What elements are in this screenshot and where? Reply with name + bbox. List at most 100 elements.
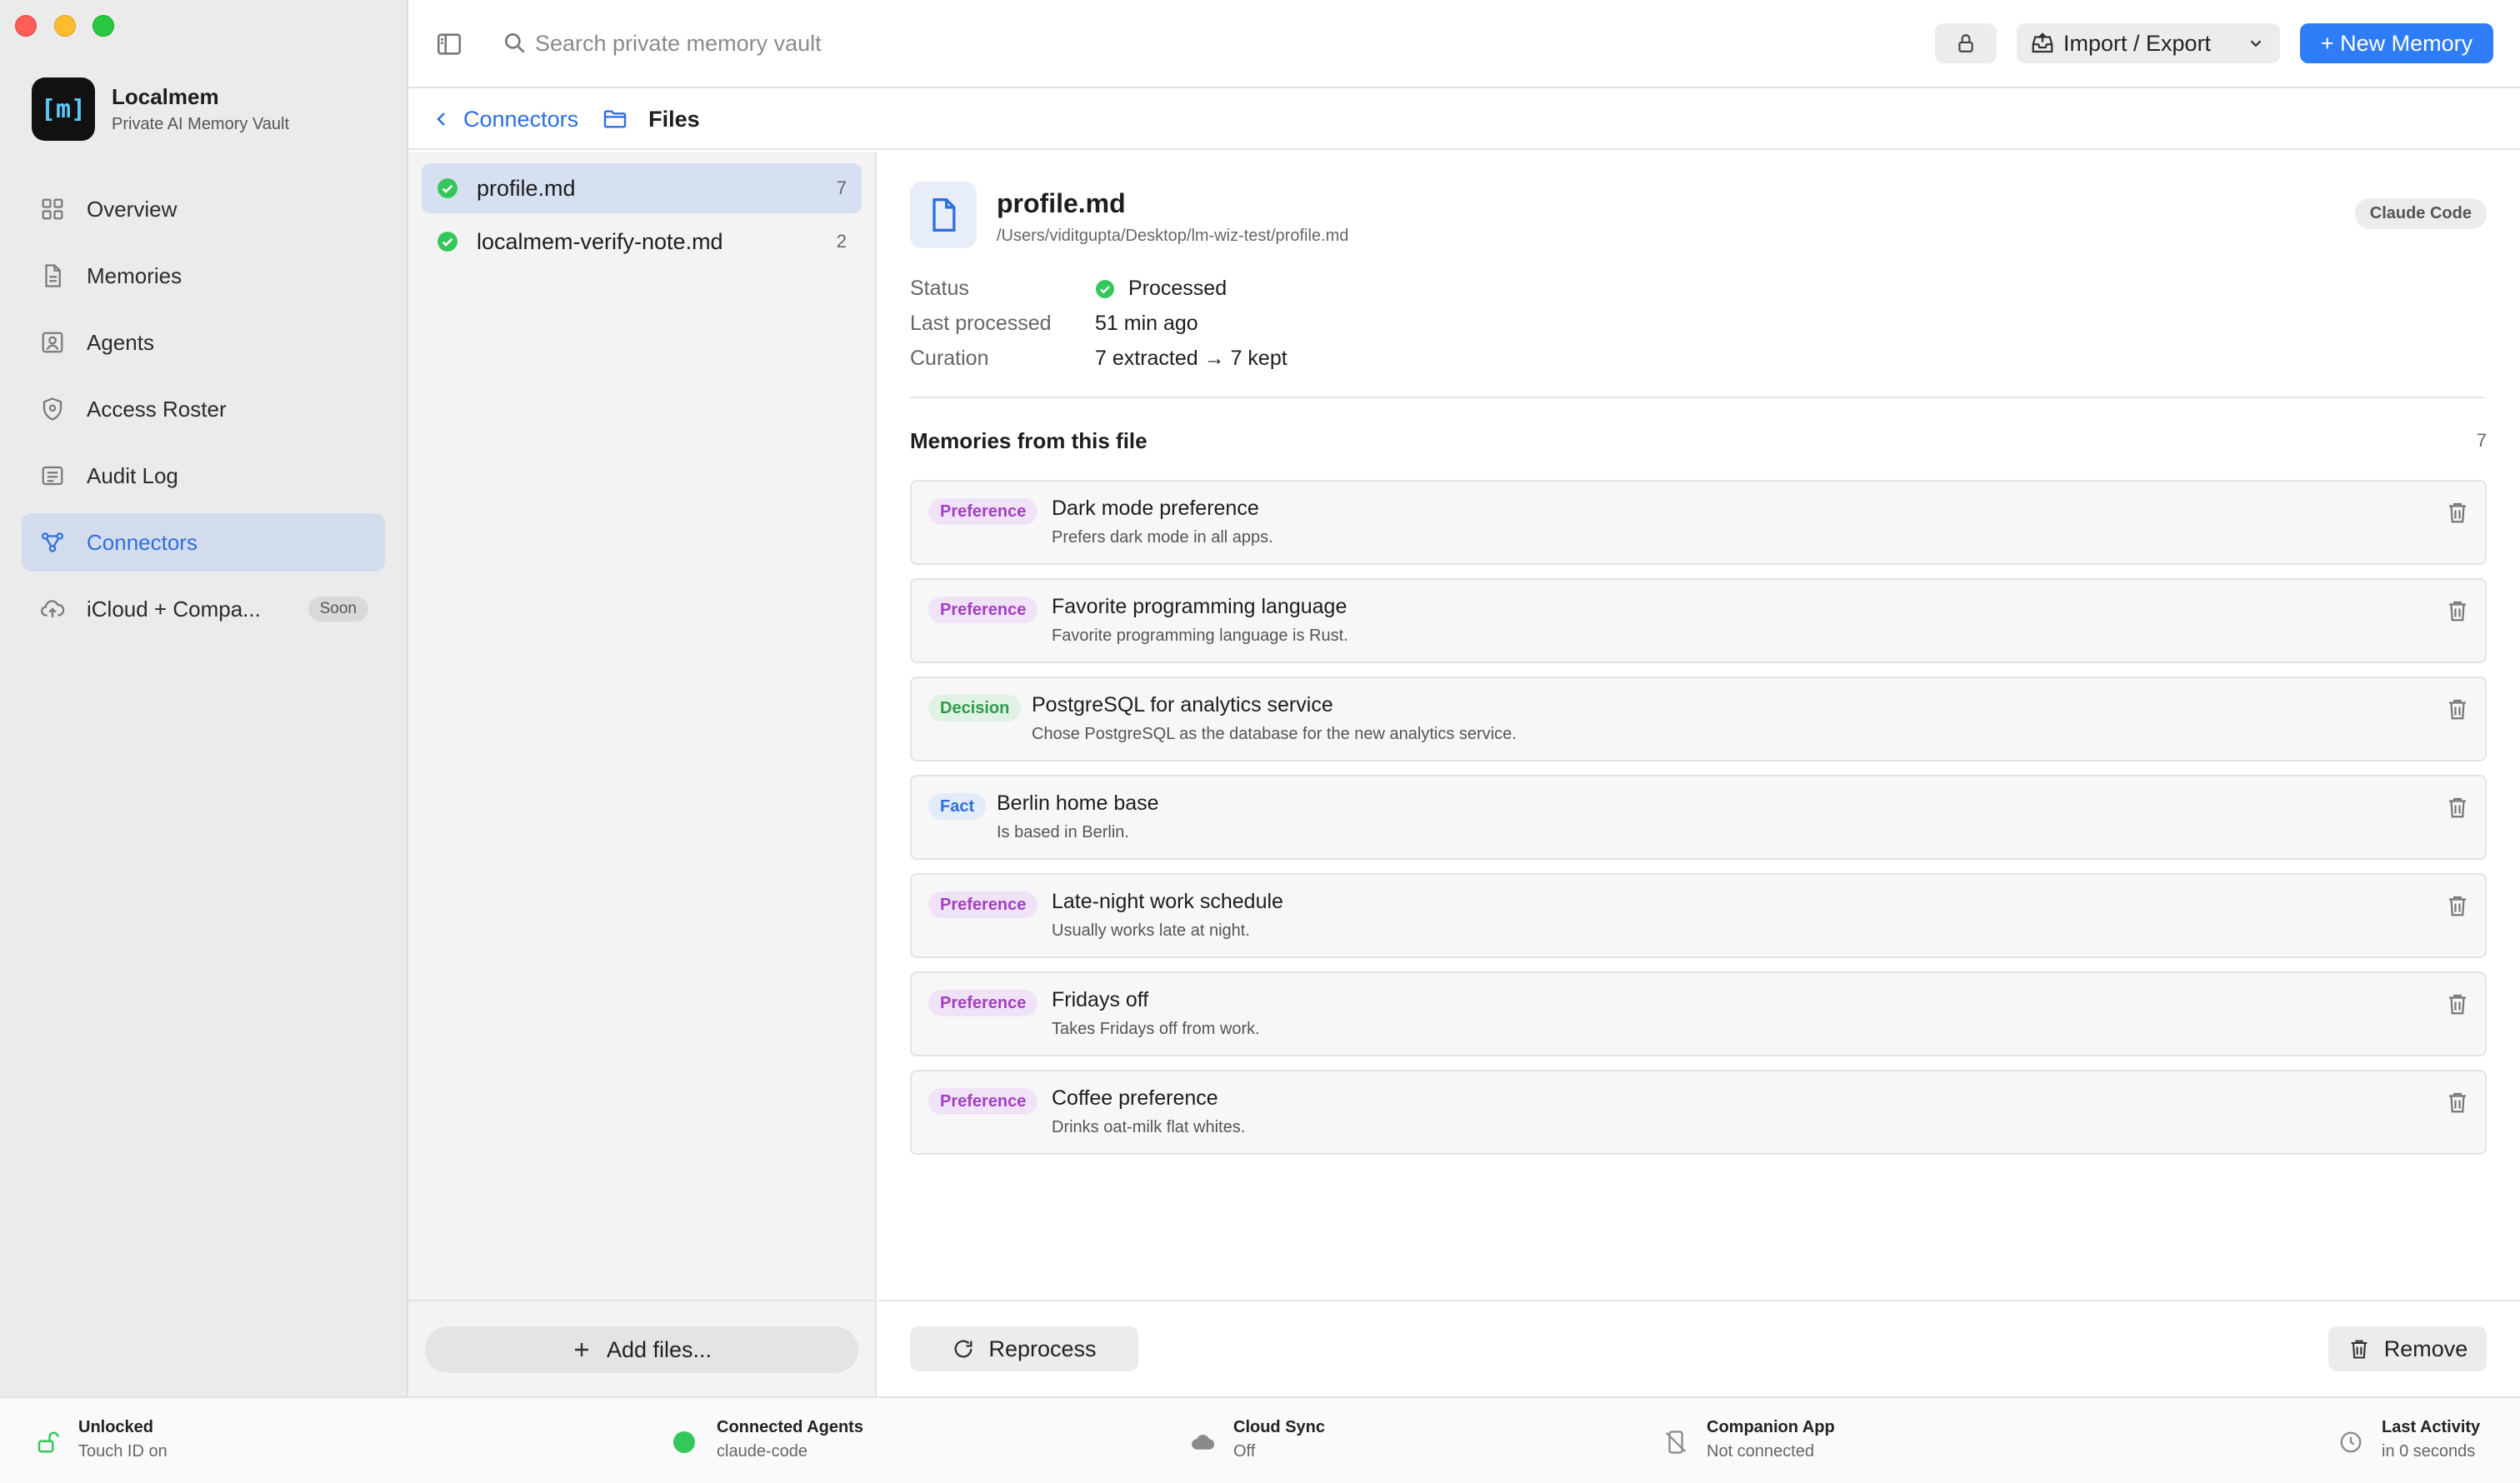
add-files-label: Add files... [606, 1336, 712, 1362]
meta-label-last-processed: Last processed [910, 312, 1052, 335]
source-badge: Claude Code [2354, 198, 2487, 229]
sidebar-item-overview[interactable]: Overview [22, 180, 385, 238]
breadcrumb-connectors-link[interactable]: Connectors [463, 107, 578, 132]
new-memory-button[interactable]: + New Memory [2300, 23, 2493, 63]
import-export-button[interactable]: Import / Export [2017, 23, 2280, 63]
unlock-icon [38, 1431, 59, 1453]
status-title: Companion App [1707, 1418, 1835, 1436]
status-bar: Unlocked Touch ID on Connected Agents cl… [0, 1396, 2520, 1483]
window-close-button[interactable] [15, 15, 37, 37]
file-memory-count: 2 [836, 231, 847, 252]
check-circle-icon [1096, 279, 1114, 298]
chevron-left-icon[interactable] [432, 109, 452, 129]
status-title: Connected Agents [717, 1418, 863, 1436]
trash-icon[interactable] [2445, 1090, 2470, 1115]
memory-title: Favorite programming language [1052, 595, 1348, 618]
memory-tag: Fact [928, 793, 987, 820]
status-title: Unlocked [78, 1418, 154, 1436]
app-logo: [m] [32, 77, 95, 141]
app-subtitle: Private AI Memory Vault [112, 115, 290, 133]
window-minimize-button[interactable] [54, 15, 76, 37]
memory-description: Favorite programming language is Rust. [1052, 627, 1348, 645]
status-lock[interactable]: Unlocked Touch ID on [35, 1418, 168, 1461]
add-files-button[interactable]: Add files... [425, 1326, 858, 1373]
document-icon [45, 264, 61, 287]
reprocess-label: Reprocess [988, 1336, 1097, 1361]
sidebar-item-label: iCloud + Compa... [87, 596, 261, 622]
refresh-icon [954, 1340, 972, 1358]
status-cloud-sync[interactable]: Cloud Sync Off [1190, 1418, 1325, 1461]
app-brand: [m] Localmem Private AI Memory Vault [32, 77, 289, 141]
meta-value-curation: 7 extracted → 7 kept [1095, 347, 1288, 370]
trash-icon[interactable] [2445, 598, 2470, 623]
remove-button[interactable]: Remove [2328, 1326, 2487, 1371]
green-dot-icon [673, 1431, 695, 1453]
status-companion-app[interactable]: Companion App Not connected [1663, 1418, 1835, 1461]
cloud-upload-icon [41, 600, 65, 617]
sidebar-item-label: Access Roster [87, 396, 227, 422]
file-detail-panel: profile.md /Users/viditgupta/Desktop/lm-… [878, 152, 2520, 1396]
memory-card[interactable]: Preference Favorite programming language… [910, 578, 2487, 663]
memory-card[interactable]: Preference Late-night work schedule Usua… [910, 873, 2487, 958]
check-circle-icon [438, 232, 458, 252]
phone-slash-icon [1665, 1431, 1687, 1454]
trash-icon[interactable] [2445, 893, 2470, 918]
shield-icon [42, 397, 62, 421]
memory-card[interactable]: Preference Dark mode preference Prefers … [910, 480, 2487, 565]
status-last-activity[interactable]: Last Activity in 0 seconds [2338, 1418, 2480, 1461]
memory-title: Fridays off [1052, 988, 1149, 1011]
sidebar-item-label: Memories [87, 262, 182, 288]
divider [408, 1300, 875, 1301]
memory-card[interactable]: Preference Coffee preference Drinks oat-… [910, 1070, 2487, 1155]
file-row-profile[interactable]: profile.md 7 [422, 163, 862, 213]
sidebar-toggle-icon[interactable] [435, 30, 463, 58]
reprocess-button[interactable]: Reprocess [910, 1326, 1138, 1371]
chevron-down-icon[interactable] [2247, 34, 2265, 52]
meta-value-last-processed: 51 min ago [1095, 312, 1198, 335]
trash-icon[interactable] [2445, 991, 2470, 1016]
meta-label-status: Status [910, 277, 969, 300]
sidebar-item-access-roster[interactable]: Access Roster [22, 380, 385, 438]
file-row-verify-note[interactable]: localmem-verify-note.md 2 [422, 217, 862, 267]
document-icon [932, 198, 956, 232]
memory-description: Chose PostgreSQL as the database for the… [1032, 725, 1517, 743]
status-title: Last Activity [2382, 1418, 2481, 1436]
memory-tag: Preference [928, 597, 1038, 623]
lock-button[interactable] [1935, 23, 1997, 63]
status-connected-agents[interactable]: Connected Agents claude-code [673, 1418, 863, 1461]
sidebar-item-agents[interactable]: Agents [22, 313, 385, 372]
sidebar-nav: Overview Memories Agents Access Roster A… [22, 180, 385, 647]
memory-card[interactable]: Decision PostgreSQL for analytics servic… [910, 677, 2487, 761]
memory-title: Dark mode preference [1052, 497, 1259, 520]
memory-title: Berlin home base [997, 791, 1159, 815]
window-zoom-button[interactable] [92, 15, 114, 37]
search-icon [505, 32, 525, 53]
status-subtitle: claude-code [717, 1442, 808, 1461]
status-title: Cloud Sync [1233, 1418, 1326, 1436]
memory-description: Usually works late at night. [1052, 921, 1250, 940]
breadcrumb-current: Files [648, 106, 700, 132]
memory-card[interactable]: Fact Berlin home base Is based in Berlin… [910, 775, 2487, 860]
clock-icon [2340, 1431, 2362, 1453]
import-export-label: Import / Export [2063, 30, 2212, 56]
memory-tag: Preference [928, 1088, 1038, 1115]
status-subtitle: Touch ID on [78, 1442, 168, 1461]
trash-icon[interactable] [2445, 795, 2470, 820]
sidebar-item-memories[interactable]: Memories [22, 247, 385, 305]
search-input[interactable] [535, 23, 1118, 63]
sidebar-item-icloud[interactable]: iCloud + Compa... Soon [22, 580, 385, 638]
trash-icon[interactable] [2445, 697, 2470, 722]
file-name: profile.md [477, 175, 576, 201]
file-name: localmem-verify-note.md [477, 228, 723, 254]
memories-count: 7 [2476, 430, 2487, 451]
memory-description: Drinks oat-milk flat whites. [1052, 1118, 1246, 1136]
trash-icon[interactable] [2445, 500, 2470, 525]
memory-title: Late-night work schedule [1052, 890, 1283, 913]
file-path: /Users/viditgupta/Desktop/lm-wiz-test/pr… [997, 227, 1349, 245]
file-memory-count: 7 [836, 177, 847, 198]
sidebar-item-connectors[interactable]: Connectors [22, 513, 385, 572]
sidebar-item-label: Overview [87, 196, 178, 222]
sidebar-item-audit-log[interactable]: Audit Log [22, 447, 385, 505]
folder-icon [603, 110, 627, 128]
memory-card[interactable]: Preference Fridays off Takes Fridays off… [910, 971, 2487, 1056]
